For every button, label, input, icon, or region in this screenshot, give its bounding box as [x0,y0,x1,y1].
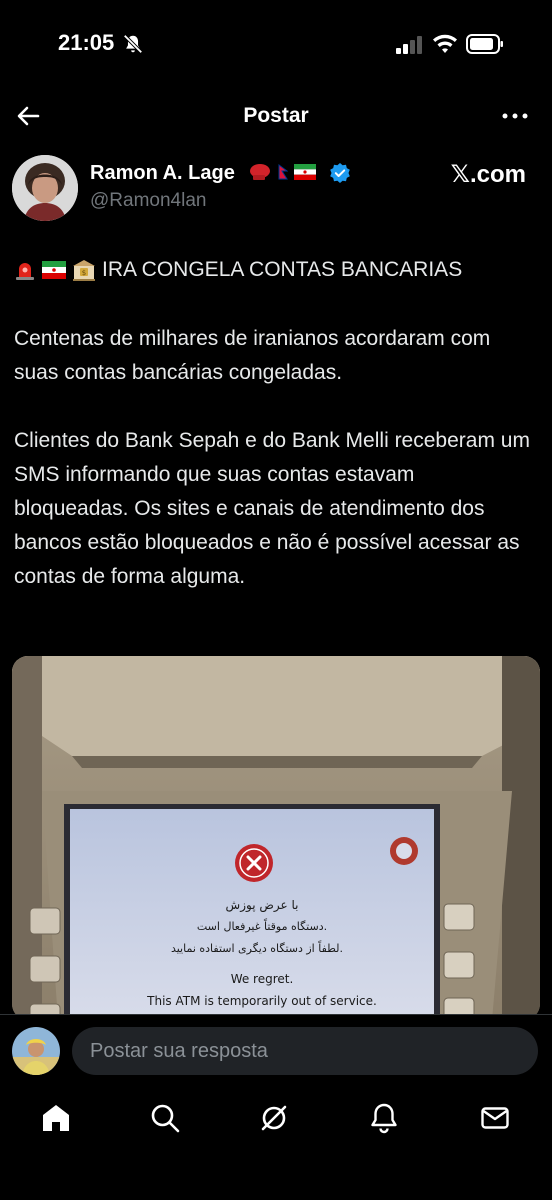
iran-flag-icon [42,261,66,279]
user-avatar[interactable] [12,1027,60,1075]
nepal-flag-icon [278,164,288,180]
post-media-image[interactable]: با عرض پوزش دستگاه موقتاً غیرفعال است. ل… [12,656,540,1020]
siren-icon [16,263,34,280]
top-app-bar: Postar [0,92,552,140]
svg-text:$: $ [82,269,86,277]
atm-message-en-2: This ATM is temporarily out of service. [147,994,377,1008]
author-flags [248,163,316,181]
atm-photo [12,656,540,1020]
author-name[interactable]: Ramon A. Lage [90,162,235,185]
atm-message-fa-2: دستگاه موقتاً غیرفعال است. [196,920,328,933]
x-brand-logo: 𝕏.com [450,161,526,188]
avatar-image [12,155,78,221]
atm-message-en-1: We regret. [230,972,294,986]
atm-message-fa-3: لطفاً از دستگاه دیگری استفاده نمایید. [170,942,344,955]
signal-icon [396,36,422,54]
reply-input[interactable] [72,1027,538,1075]
verified-badge-icon [330,163,350,183]
battery-icon [466,34,503,54]
post-headline: $ IRA CONGELA CONTAS BANCARIAS [14,258,462,282]
search-icon[interactable] [149,1102,181,1134]
bell-off-icon [123,34,143,54]
post-paragraph: Centenas de milhares de iranianos acorda… [14,327,491,384]
bottom-nav [0,1090,552,1200]
messages-icon[interactable] [479,1102,511,1134]
status-bar: 21:05 [0,0,552,90]
boxing-glove-icon [250,164,270,180]
reply-bar [0,1014,552,1091]
notifications-icon[interactable] [368,1102,400,1134]
home-icon[interactable] [40,1102,72,1134]
page-title: Postar [243,104,309,127]
more-icon[interactable] [500,104,530,128]
atm-message-fa-1: با عرض پوزش [225,898,299,912]
post-paragraph: Clientes do Bank Sepah e do Bank Melli r… [14,429,530,588]
iran-flag-icon [294,164,316,180]
grok-icon[interactable] [258,1102,290,1134]
wifi-icon [433,34,457,53]
author-handle[interactable]: @Ramon4lan [90,190,206,212]
headline-text: IRA CONGELA CONTAS BANCARIAS [102,258,463,281]
author-avatar[interactable] [12,155,78,221]
bank-icon: $ [73,260,95,281]
status-time: 21:05 [58,30,115,55]
avatar-image [12,1027,60,1075]
